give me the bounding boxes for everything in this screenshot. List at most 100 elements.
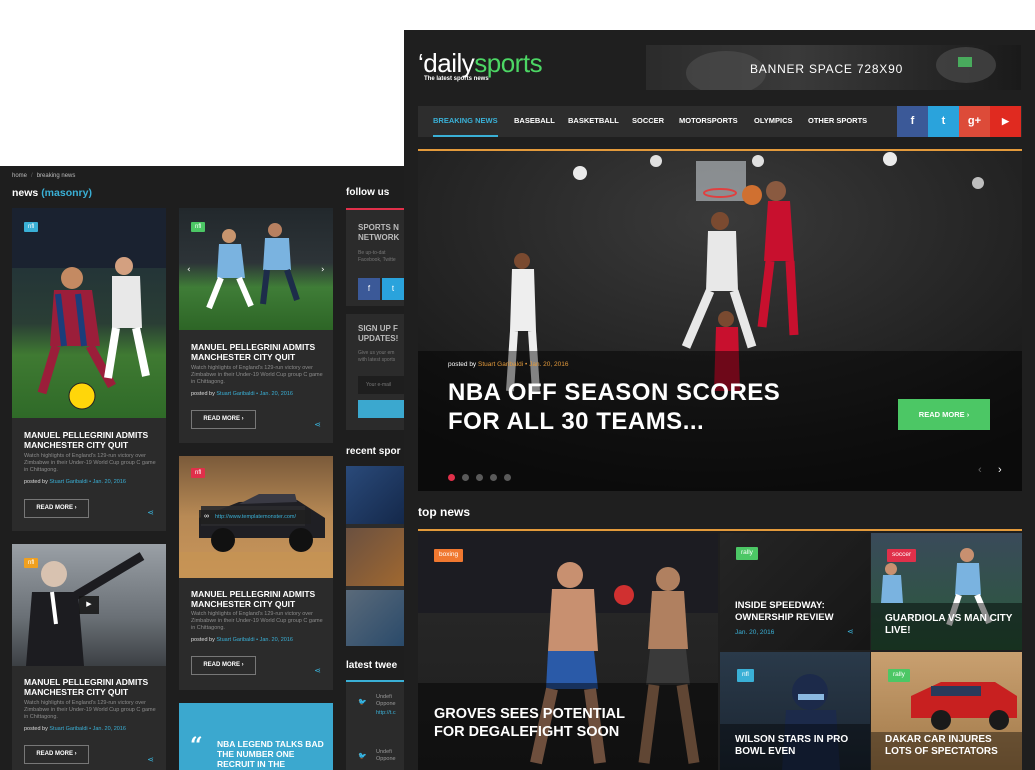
image-link-overlay[interactable]: ∞ http://www.templatemonster.com/ <box>199 510 311 524</box>
news-card: nfl MANUEL PELLEGRINI ADMITS MANCHESTER … <box>12 208 166 531</box>
share-icon[interactable]: ⋖ <box>314 420 321 429</box>
recent-thumb[interactable] <box>346 466 404 524</box>
slider-dot[interactable] <box>462 474 469 481</box>
youtube-icon[interactable]: ▶ <box>990 106 1021 137</box>
top-news-tile[interactable]: rally INSIDE SPEEDWAY: OWNERSHIP REVIEW … <box>720 533 870 650</box>
news-card: nfl ∞ http://www.templatemonster.com/ MA… <box>179 456 333 690</box>
top-news-tile[interactable]: soccer GUARDIOLA VS MAN CITY LIVE! <box>871 533 1022 650</box>
slider-prev-icon[interactable]: ‹ <box>978 464 982 476</box>
top-news-title[interactable]: GUARDIOLA VS MAN CITY LIVE! <box>885 613 1015 637</box>
category-badge[interactable]: rally <box>888 669 910 682</box>
quote-card[interactable]: “ NBA LEGEND TALKS BAD THE NUMBER ONE RE… <box>179 703 333 770</box>
slider-dots <box>448 468 518 486</box>
author-link[interactable]: Stuart Garibaldi <box>216 637 254 643</box>
top-news-title[interactable]: DAKAR CAR INJURES LOTS OF SPECTATORS <box>885 734 1020 758</box>
category-badge[interactable]: nfl <box>191 222 206 232</box>
subscribe-button[interactable] <box>358 400 404 418</box>
slider-dot[interactable] <box>490 474 497 481</box>
read-more-button[interactable]: READ MORE › <box>24 499 89 518</box>
top-news-title[interactable]: GROVES SEES POTENTIAL FOR DEGALEFIGHT SO… <box>434 705 634 741</box>
recent-thumb[interactable] <box>346 590 404 646</box>
top-news-title[interactable]: INSIDE SPEEDWAY: OWNERSHIP REVIEW <box>735 600 865 624</box>
hero-meta: posted by Stuart Garibaldi • Jan. 20, 20… <box>448 361 569 368</box>
stage: home / breaking news news (masonry) nfl … <box>0 0 1035 770</box>
share-icon[interactable]: ⋖ <box>147 508 154 517</box>
read-more-button[interactable]: READ MORE › <box>24 745 89 764</box>
sports-network-title: SPORTS N NETWORK <box>358 223 400 242</box>
news-card-title[interactable]: MANUEL PELLEGRINI ADMITS MANCHESTER CITY… <box>191 589 325 609</box>
site-tagline: The latest sports news <box>424 76 489 82</box>
logo-part-daily: daily <box>423 48 475 78</box>
logo-part-sports: sports <box>474 48 543 78</box>
tweet-text: Undefi Oppone <box>376 749 396 762</box>
category-badge[interactable]: boxing <box>434 549 464 562</box>
recent-sports-widget <box>346 466 404 646</box>
nav-breaking-news[interactable]: BREAKING NEWS <box>433 106 498 137</box>
share-icon[interactable]: ⋖ <box>314 666 321 675</box>
top-news-tile[interactable]: rally DAKAR CAR INJURES LOTS OF SPECTATO… <box>871 652 1022 770</box>
nav-motorsports[interactable]: MOTORSPORTS <box>679 106 738 137</box>
nav-other-sports[interactable]: OTHER SPORTS <box>808 106 867 137</box>
news-card-title[interactable]: MANUEL PELLEGRINI ADMITS MANCHESTER CITY… <box>24 677 158 697</box>
quote-icon: “ <box>190 733 203 759</box>
slider-next-icon[interactable]: › <box>998 464 1002 476</box>
google-plus-icon[interactable]: g+ <box>959 106 990 137</box>
category-badge[interactable]: soccer <box>887 549 917 562</box>
share-icon[interactable]: ⋖ <box>847 627 854 636</box>
tweet-link[interactable]: http://t.c <box>376 710 396 716</box>
facebook-icon[interactable]: f <box>897 106 928 137</box>
top-news-accent-line <box>418 529 1022 531</box>
news-card: ‹ › nfl MANUEL PELLEGRINI ADMITS MANCHES… <box>179 208 333 443</box>
top-news-tile[interactable]: nfl WILSON STARS IN PRO BOWL EVEN <box>720 652 870 770</box>
sports-network-widget: SPORTS N NETWORK Be up-to-dat Facebook, … <box>346 208 404 306</box>
posted-by-label: posted by <box>24 479 48 485</box>
soccer-photo <box>12 208 166 410</box>
post-date: Jan. 20, 2016 <box>259 391 293 397</box>
hero-slider[interactable]: posted by Stuart Garibaldi • Jan. 20, 20… <box>418 151 1022 491</box>
hero-title[interactable]: NBA OFF SEASON SCORES FOR ALL 30 TEAMS..… <box>448 378 828 436</box>
category-badge[interactable]: nfl <box>24 558 39 568</box>
news-card-meta: posted by Stuart Garibaldi • Jan. 20, 20… <box>191 391 293 397</box>
twitter-icon[interactable]: t <box>382 278 404 300</box>
posted-by-label: posted by <box>191 391 215 397</box>
news-card: nfl ▶ MANUEL PELLEGRINI ADMITS MANCHESTE… <box>12 544 166 770</box>
hero-read-more-button[interactable]: READ MORE › <box>898 399 990 430</box>
nav-soccer[interactable]: SOCCER <box>632 106 664 137</box>
slider-dot[interactable] <box>448 474 455 481</box>
homepage-screen: ‘dailysports The latest sports news BANN… <box>404 30 1035 770</box>
facebook-icon[interactable]: f <box>358 278 380 300</box>
recent-thumb[interactable] <box>346 528 404 586</box>
breadcrumb-home[interactable]: home <box>12 173 27 179</box>
category-badge[interactable]: nfl <box>191 468 206 478</box>
author-link[interactable]: Stuart Garibaldi <box>49 479 87 485</box>
author-link[interactable]: Stuart Garibaldi <box>478 361 523 368</box>
svg-text:›: › <box>321 265 325 275</box>
top-news-title[interactable]: WILSON STARS IN PRO BOWL EVEN <box>735 734 870 758</box>
slider-dot[interactable] <box>504 474 511 481</box>
category-badge[interactable]: nfl <box>737 669 754 682</box>
news-card-title[interactable]: MANUEL PELLEGRINI ADMITS MANCHESTER CITY… <box>24 430 158 450</box>
news-card-title[interactable]: MANUEL PELLEGRINI ADMITS MANCHESTER CITY… <box>191 342 325 362</box>
read-more-button[interactable]: READ MORE › <box>191 656 256 675</box>
category-badge[interactable]: nfl <box>24 222 39 232</box>
share-icon[interactable]: ⋖ <box>147 755 154 764</box>
author-link[interactable]: Stuart Garibaldi <box>49 726 87 732</box>
posted-by-label: posted by <box>448 361 477 368</box>
news-card-excerpt: Watch highlights of England's 129-run vi… <box>24 453 156 473</box>
author-link[interactable]: Stuart Garibaldi <box>216 391 254 397</box>
news-card-image[interactable] <box>12 208 166 418</box>
nav-olympics[interactable]: OLYMPICS <box>754 106 792 137</box>
latest-tweets-widget: 🐦 Undefi Oppone http://t.c 🐦 Undefi Oppo… <box>346 680 404 770</box>
twitter-icon[interactable]: t <box>928 106 959 137</box>
read-more-button[interactable]: READ MORE › <box>191 410 256 429</box>
site-logo[interactable]: ‘dailysports <box>418 48 543 79</box>
play-video-icon[interactable]: ▶ <box>79 596 99 614</box>
top-news-tile[interactable]: boxing GROVES SEES POTENTIAL FOR DEGALEF… <box>418 533 718 770</box>
image-link-text[interactable]: http://www.templatemonster.com/ <box>215 514 296 520</box>
category-badge[interactable]: rally <box>736 547 758 560</box>
nav-basketball[interactable]: BASKETBALL <box>568 106 619 137</box>
ad-banner[interactable]: BANNER SPACE 728X90 <box>646 45 1021 90</box>
nav-baseball[interactable]: BASEBALL <box>514 106 555 137</box>
slider-dot[interactable] <box>476 474 483 481</box>
email-input[interactable]: Your e-mail <box>358 376 404 394</box>
